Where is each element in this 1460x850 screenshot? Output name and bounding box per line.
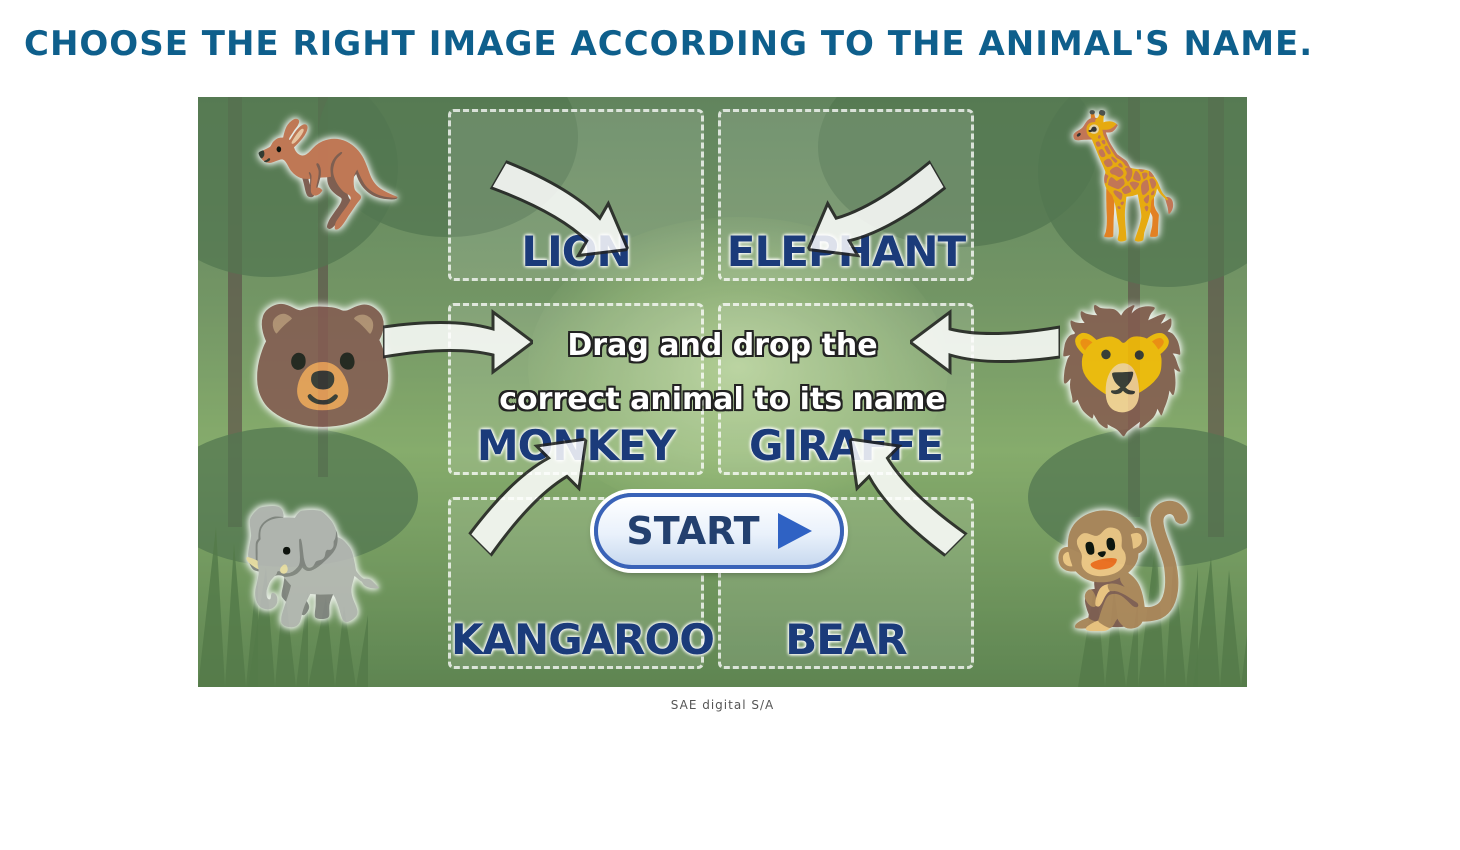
game-stage[interactable]: LION ELEPHANT MONKEY GIRAFFE KANGAROO BE… <box>198 97 1247 687</box>
instruction-text: Drag and drop the correct animal to its … <box>198 319 1247 427</box>
slot-label-bear: BEAR <box>785 615 908 664</box>
play-icon <box>777 513 812 549</box>
instruction-line-2: correct animal to its name <box>499 382 946 417</box>
giraffe-icon[interactable]: 🦒 <box>1048 117 1197 237</box>
start-button-label: START <box>626 509 760 553</box>
image-credit: SAE digital S/A <box>670 698 775 712</box>
instruction-line-1: Drag and drop the <box>567 328 878 363</box>
monkey-icon[interactable]: 🐒 <box>1048 507 1197 627</box>
start-button[interactable]: START <box>594 493 844 569</box>
page-title: CHOOSE THE RIGHT IMAGE ACCORDING TO THE … <box>24 24 1314 64</box>
elephant-icon[interactable]: 🐘 <box>238 507 387 627</box>
slot-label-kangaroo: KANGAROO <box>451 615 715 664</box>
kangaroo-icon[interactable]: 🦘 <box>253 117 402 237</box>
